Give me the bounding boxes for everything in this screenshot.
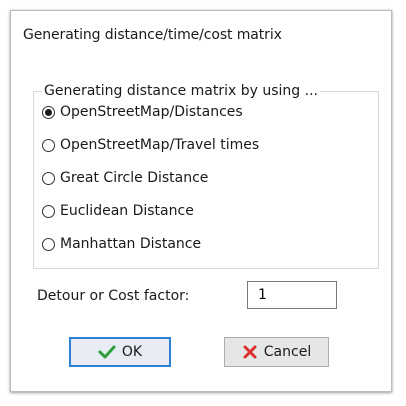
cancel-label: Cancel xyxy=(263,344,312,360)
check-icon xyxy=(98,345,116,359)
radio-button-icon[interactable] xyxy=(42,237,55,251)
radio-label: Great Circle Distance xyxy=(60,170,209,186)
radio-great-circle[interactable]: Great Circle Distance xyxy=(42,170,208,186)
dialog-window: Generating distance/time/cost matrix Gen… xyxy=(10,10,392,392)
cross-icon xyxy=(242,344,258,360)
radio-manhattan[interactable]: Manhattan Distance xyxy=(42,236,201,252)
radio-osm-distances[interactable]: OpenStreetMap/Distances xyxy=(42,104,243,120)
radio-label: Euclidean Distance xyxy=(60,203,194,219)
radio-button-icon[interactable] xyxy=(42,171,55,185)
radio-label: Manhattan Distance xyxy=(60,236,202,252)
radio-button-icon[interactable] xyxy=(42,105,55,119)
ok-label: OK xyxy=(121,344,143,360)
cancel-button[interactable]: Cancel xyxy=(224,337,329,367)
ok-button[interactable]: OK xyxy=(69,337,171,367)
radio-button-icon[interactable] xyxy=(42,204,55,218)
radio-label: OpenStreetMap/Distances xyxy=(60,104,243,120)
radio-osm-travel-times[interactable]: OpenStreetMap/Travel times xyxy=(42,137,259,153)
method-group-label: Generating distance matrix by using ... xyxy=(42,83,320,99)
factor-label: Detour or Cost factor: xyxy=(37,288,190,304)
radio-euclidean[interactable]: Euclidean Distance xyxy=(42,203,194,219)
factor-input[interactable] xyxy=(247,281,337,309)
dialog-title: Generating distance/time/cost matrix xyxy=(23,27,282,43)
method-groupbox: Generating distance matrix by using ... … xyxy=(33,83,379,269)
radio-label: OpenStreetMap/Travel times xyxy=(60,137,260,153)
radio-button-icon[interactable] xyxy=(42,138,55,152)
